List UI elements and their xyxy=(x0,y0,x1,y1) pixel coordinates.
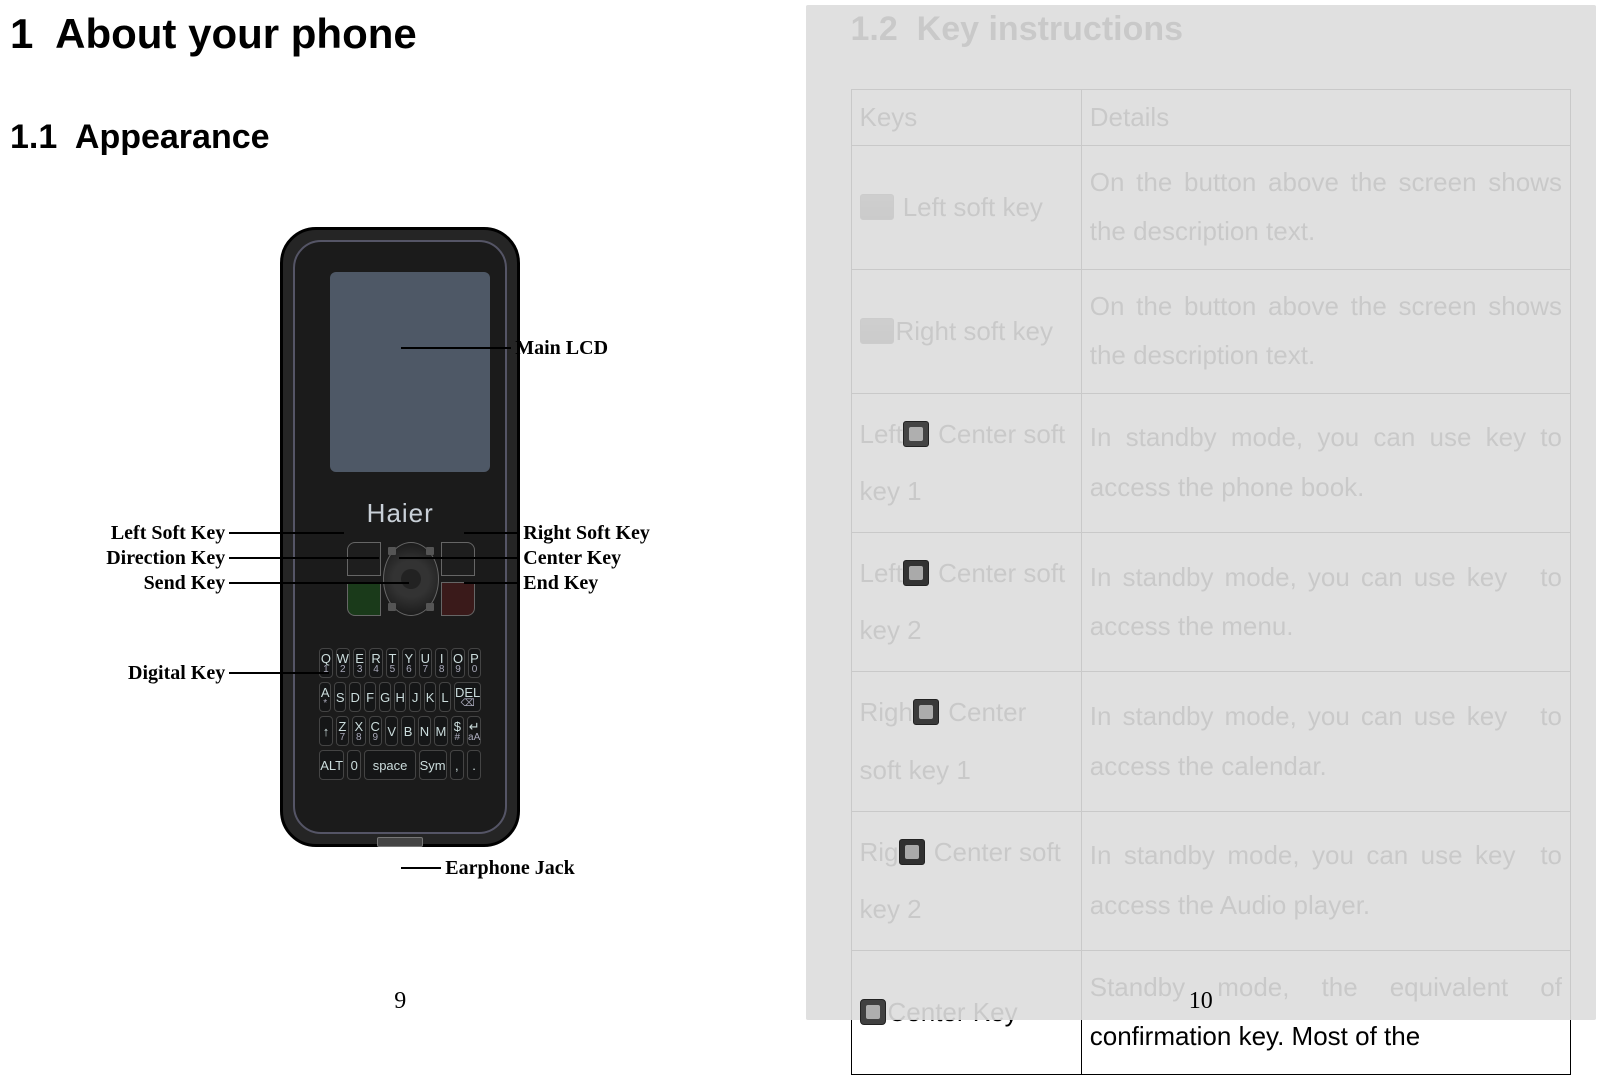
callout-left-soft-key: Left Soft Key xyxy=(111,522,225,545)
keypad-key: 0 xyxy=(347,750,361,780)
keypad-key: Y6 xyxy=(402,648,415,678)
keypad-key: X8 xyxy=(352,716,365,746)
page-number-right: 10 xyxy=(1189,988,1213,1015)
callout-text: Right Soft Key xyxy=(523,522,650,544)
key-icon xyxy=(860,318,894,344)
key-icon xyxy=(903,560,929,586)
keypad-key: DEL⌫ xyxy=(454,682,481,712)
keypad-key: I8 xyxy=(435,648,448,678)
qwerty-keypad: Q1W2E3R4T5Y6U7I8O9P0A*SDFGHJKLDEL⌫↑Z7X8C… xyxy=(315,644,485,784)
center-icon-bl xyxy=(388,603,396,611)
keypad-key: Sym xyxy=(419,750,447,780)
keypad-key: $# xyxy=(451,716,464,746)
keypad-key: ↑ xyxy=(319,716,332,746)
right-soft-key-button xyxy=(441,542,475,576)
section-title-1-1: 1.1 Appearance xyxy=(10,118,741,157)
keypad-key: A* xyxy=(319,682,331,712)
callout-text: Earphone Jack xyxy=(445,857,574,879)
center-key-cap xyxy=(401,569,421,589)
keypad-key: V xyxy=(385,716,398,746)
phone-appearance-diagram: Haier Q1W2E3R4T xyxy=(95,217,655,937)
earphone-jack-port xyxy=(377,837,423,847)
page-right: 1.2 Key instructions KeysDetails Left so… xyxy=(801,0,1601,1025)
callout-line xyxy=(229,582,409,584)
keypad-key: L xyxy=(439,682,451,712)
callout-direction-key: Direction Key xyxy=(106,547,225,570)
callout-text: End Key xyxy=(523,572,598,594)
keypad-key: T5 xyxy=(386,648,399,678)
keypad-key: S xyxy=(334,682,346,712)
callout-earphone-jack: Earphone Jack xyxy=(445,857,574,880)
send-key-button xyxy=(347,582,381,616)
callout-text: Center Key xyxy=(523,547,621,569)
callout-line xyxy=(229,532,344,534)
direction-pad xyxy=(383,542,439,616)
left-soft-key-button xyxy=(347,542,381,576)
document-spread: 1 About your phone 1.1 Appearance Haier xyxy=(0,0,1601,1025)
phone-lcd xyxy=(330,272,490,472)
keypad-key: N xyxy=(418,716,431,746)
page-left: 1 About your phone 1.1 Appearance Haier xyxy=(0,0,801,1025)
callout-line xyxy=(464,532,519,534)
phone-body: Haier Q1W2E3R4T xyxy=(280,227,520,847)
keypad-key: W2 xyxy=(336,648,350,678)
table-row: Right soft keyOn the button above the sc… xyxy=(851,269,1571,393)
keypad-key: ALT xyxy=(319,750,344,780)
keypad-key: H xyxy=(394,682,406,712)
keypad-key: space xyxy=(364,750,415,780)
callout-center-key: Center Key xyxy=(523,547,621,570)
callout-text: Digital Key xyxy=(128,662,225,684)
keypad-key: B xyxy=(401,716,414,746)
callout-line xyxy=(401,347,511,349)
center-icon-br xyxy=(426,603,434,611)
keypad-key: Z7 xyxy=(336,716,349,746)
key-icon xyxy=(899,839,925,865)
key-cell: Right soft key xyxy=(851,269,1081,393)
keypad-key: F xyxy=(364,682,376,712)
keypad-key: U7 xyxy=(419,648,432,678)
key-icon xyxy=(860,999,886,1025)
keypad-key: , xyxy=(450,750,464,780)
center-icon-tr xyxy=(426,547,434,555)
keypad-key: K xyxy=(424,682,436,712)
callout-line xyxy=(399,557,519,559)
callout-right-soft-key: Right Soft Key xyxy=(523,522,650,545)
callout-line xyxy=(464,582,519,584)
phone-brand-label: Haier xyxy=(295,498,505,529)
keypad-key: J xyxy=(409,682,421,712)
callout-digital-key: Digital Key xyxy=(128,662,225,685)
key-icon xyxy=(903,421,929,447)
chapter-title: 1 About your phone xyxy=(10,10,741,58)
callout-text: Send Key xyxy=(144,572,226,594)
callout-line xyxy=(229,557,379,559)
keypad-key: P0 xyxy=(468,648,481,678)
callout-text: Main LCD xyxy=(515,337,608,359)
phone-inner-frame: Haier Q1W2E3R4T xyxy=(293,240,507,834)
keypad-key: C9 xyxy=(369,716,382,746)
callout-text: Direction Key xyxy=(106,547,225,569)
keypad-key: E3 xyxy=(353,648,366,678)
callout-line xyxy=(229,672,329,674)
keypad-key: O9 xyxy=(451,648,464,678)
callout-main-lcd: Main LCD xyxy=(515,337,608,360)
callout-text: Left Soft Key xyxy=(111,522,225,544)
callout-line xyxy=(401,867,441,869)
page-number-left: 9 xyxy=(394,988,406,1015)
center-icon-tl xyxy=(388,547,396,555)
key-instructions-table: KeysDetails Left soft keyOn the button a… xyxy=(851,89,1572,1075)
keypad-key: M xyxy=(434,716,447,746)
keypad-key: . xyxy=(467,750,481,780)
end-key-button xyxy=(441,582,475,616)
keypad-key: D xyxy=(349,682,361,712)
key-icon xyxy=(913,699,939,725)
keypad-key: G xyxy=(379,682,391,712)
keypad-key: ↵aA xyxy=(467,716,481,746)
callout-end-key: End Key xyxy=(523,572,598,595)
keypad-key: R4 xyxy=(369,648,382,678)
callout-send-key: Send Key xyxy=(144,572,226,595)
nav-cluster xyxy=(347,542,475,632)
